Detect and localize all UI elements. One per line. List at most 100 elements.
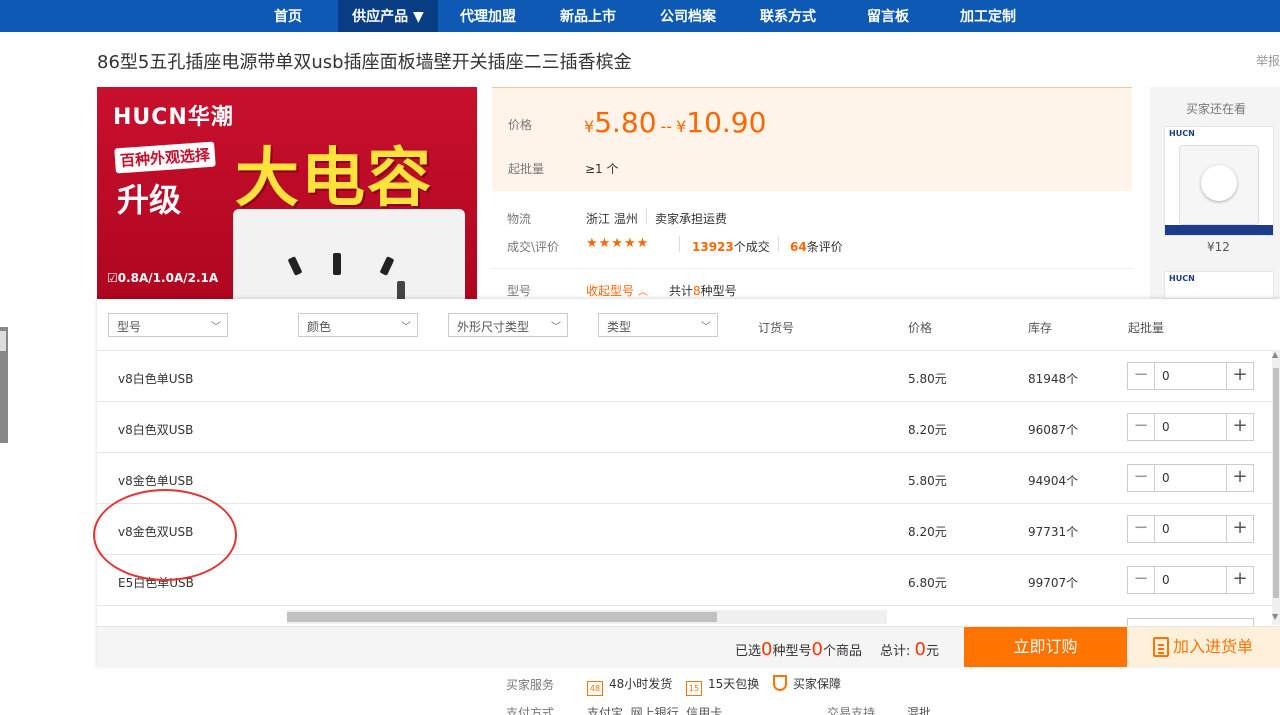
quantity-input[interactable]: 0 (1162, 369, 1170, 383)
clipboard-icon (1153, 637, 1169, 657)
variant-name: v8金色单USB (118, 474, 194, 488)
calendar-15-icon: 15 (686, 681, 702, 696)
header-price: 价格 (908, 321, 933, 335)
nav-message-board[interactable]: 留言板 (858, 0, 918, 32)
min-order-value: ≥1 个 (585, 162, 619, 176)
reviews-count[interactable]: 64条评价 (790, 238, 843, 255)
image-spec: ☑0.8A/1.0A/2.1A (107, 271, 219, 285)
horizontal-scrollbar[interactable] (287, 610, 887, 624)
shield-icon (773, 675, 787, 691)
add-to-cart-button[interactable]: 加入进货单 (1127, 627, 1280, 667)
chevron-down-icon: ﹀ (701, 322, 711, 333)
variant-stock: 97731个 (1028, 525, 1079, 539)
quantity-input[interactable]: 0 (1162, 522, 1170, 536)
highlight-circle-annotation (93, 489, 237, 581)
variant-price: 8.20元 (908, 525, 947, 539)
chevron-down-icon: ﹀ (401, 322, 411, 333)
payment-label: 支付方式 (506, 706, 555, 715)
variant-stock: 81948个 (1028, 372, 1079, 386)
variant-name: v8白色双USB (118, 423, 194, 437)
service-buyer-protection: 买家保障 (773, 675, 841, 692)
plus-icon[interactable]: + (1226, 516, 1253, 542)
recommend-product-image-2[interactable]: HUCN (1164, 271, 1274, 299)
scroll-up-icon[interactable]: ▲ (1272, 350, 1278, 359)
trade-support-label: 交易支持 (827, 706, 876, 715)
logistics-fee: 卖家承担运费 (655, 212, 728, 226)
quantity-stepper: − 0 + (1127, 566, 1254, 594)
recommend-product-image[interactable]: HUCN (1164, 126, 1274, 236)
product-image[interactable]: HUCN华潮 百种外观选择 升级 大电容 ☑0.8A/1.0A/2.1A (97, 87, 477, 299)
nav-custom-processing[interactable]: 加工定制 (948, 0, 1028, 32)
variant-table-panel: 型号 ﹀ 颜色 ﹀ 外形尺寸类型 ﹀ 类型 ﹀ 订货号 价格 库存 起批量 v8白色单U… (93, 299, 1280, 667)
price-low: 5.80 (594, 106, 657, 139)
filter-color-select[interactable]: 颜色 ﹀ (298, 313, 418, 337)
service-48h-shipping: 48 48小时发货 (587, 675, 672, 696)
brand-logo: HUCN华潮 (113, 105, 234, 130)
recommend-price: ¥12 (1207, 240, 1230, 254)
model-label: 型号 (507, 284, 532, 298)
table-row: v8金色双USB 8.20元 97731个 − 0 + (97, 504, 1273, 555)
quantity-input[interactable]: 0 (1162, 573, 1170, 587)
minus-icon[interactable]: − (1128, 465, 1155, 491)
plus-icon[interactable]: + (1226, 414, 1253, 440)
variant-stock: 96087个 (1028, 423, 1079, 437)
order-total: 总计: 0元 (880, 639, 939, 660)
quantity-stepper: − 0 + (1127, 515, 1254, 543)
filter-model-select[interactable]: 型号 ﹀ (108, 313, 228, 337)
report-link[interactable]: 举报 (1256, 52, 1280, 69)
variant-name: v8白色单USB (118, 372, 194, 386)
nav-new-products[interactable]: 新品上市 (548, 0, 628, 32)
page-title: 86型5五孔插座电源带单双usb插座面板墙壁开关插座二三插香槟金 (97, 52, 632, 73)
variant-price: 8.20元 (908, 423, 947, 437)
filter-type-select[interactable]: 类型 ﹀ (598, 313, 718, 337)
scroll-down-icon[interactable]: ▼ (1272, 612, 1278, 621)
minus-icon[interactable]: − (1128, 414, 1155, 440)
collapse-models-link[interactable]: 收起型号 ︿ (586, 282, 648, 299)
nav-contact[interactable]: 联系方式 (748, 0, 828, 32)
chevron-down-icon: ﹀ (211, 322, 221, 333)
model-total: 共计8种型号 (669, 284, 737, 298)
nav-company-profile[interactable]: 公司档案 (648, 0, 728, 32)
plus-icon[interactable]: + (1226, 363, 1253, 389)
variant-price: 5.80元 (908, 372, 947, 386)
buy-now-button[interactable]: 立即订购 (964, 627, 1127, 667)
left-edge-scroll (0, 327, 8, 443)
variant-price: 6.80元 (908, 576, 947, 590)
filter-size-select[interactable]: 外形尺寸类型 ﹀ (448, 313, 568, 337)
quantity-input[interactable]: 0 (1162, 471, 1170, 485)
price-panel: 价格 ¥5.80 -- ¥10.90 起批量 ≥1 个 (492, 87, 1132, 191)
socket-illustration (233, 209, 465, 299)
variant-stock: 99707个 (1028, 576, 1079, 590)
image-upgrade-text: 升级 (117, 181, 182, 219)
payment-methods: 支付宝 网上银行 信用卡 (587, 706, 723, 715)
vertical-scrollbar[interactable]: ▲ ▼ (1272, 350, 1280, 625)
price-label: 价格 (508, 118, 533, 132)
minus-icon[interactable]: − (1128, 567, 1155, 593)
quantity-stepper (1127, 618, 1254, 626)
header-order-no: 订货号 (758, 321, 795, 335)
deals-count[interactable]: 13923个成交 (692, 238, 770, 255)
logistics-location: 浙江 温州 (586, 212, 638, 226)
plus-icon[interactable]: + (1226, 567, 1253, 593)
service-15d-exchange: 15 15天包换 (686, 675, 759, 696)
order-summary-bar: 已选0种型号0个商品 总计: 0元 立即订购 加入进货单 (97, 626, 1280, 667)
table-row: v8白色单USB 5.80元 81948个 − 0 + (97, 351, 1273, 402)
trade-support-value: 混批 (907, 706, 932, 715)
deals-label: 成交\评价 (507, 240, 560, 254)
minus-icon[interactable]: − (1128, 363, 1155, 389)
services-label: 买家服务 (506, 678, 555, 692)
chevron-up-icon: ︿ (637, 287, 648, 298)
nav-agency[interactable]: 代理加盟 (448, 0, 528, 32)
minus-icon[interactable]: − (1128, 516, 1155, 542)
plus-icon[interactable]: + (1226, 465, 1253, 491)
image-headline: 大电容 (235, 142, 433, 216)
min-order-label: 起批量 (508, 162, 545, 176)
table-row: E5白色单USB 6.80元 99707个 − 0 + (97, 555, 1273, 606)
rating-stars-icon: ★★★★★ (586, 236, 650, 251)
nav-products[interactable]: 供应产品 ▼ (338, 0, 438, 32)
table-row: v8金色单USB 5.80元 94904个 − 0 + (97, 453, 1273, 504)
price-high: 10.90 (686, 106, 767, 139)
nav-home[interactable]: 首页 (258, 0, 318, 32)
header-stock: 库存 (1028, 321, 1053, 335)
quantity-input[interactable]: 0 (1162, 420, 1170, 434)
